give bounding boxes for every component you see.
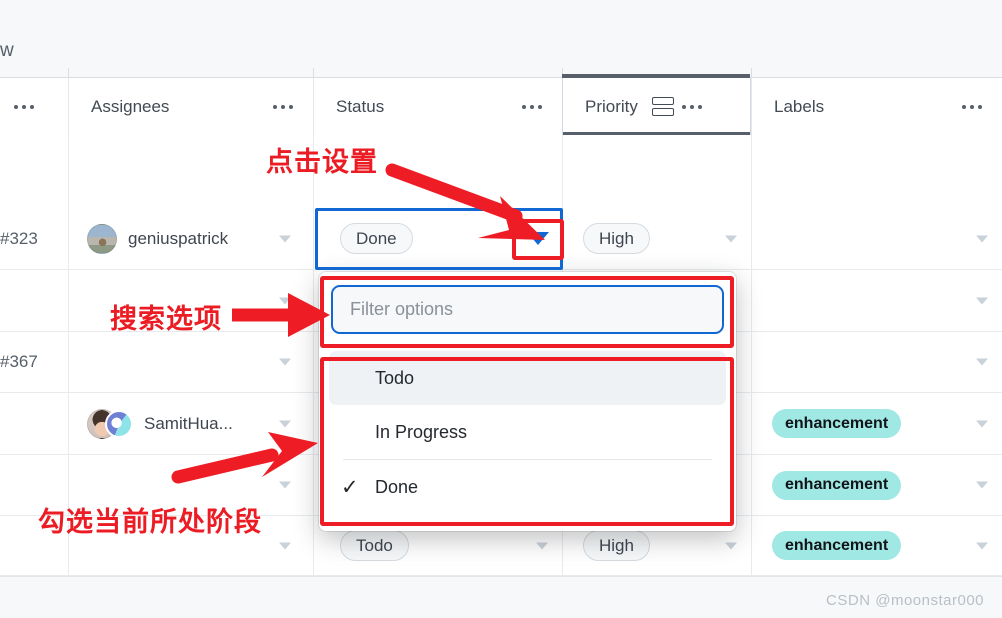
dropdown-option-in-progress-label: In Progress [375,421,468,442]
filter-options-input[interactable]: Filter options [331,285,724,334]
column-header-labels[interactable]: Labels [751,78,1002,135]
table-row[interactable]: #323 geniuspatrick Done High [0,208,1002,270]
column-header-row-number[interactable] [0,78,68,135]
row-id: #323 [0,228,38,248]
annotation-click-settings: 点击设置 [266,147,378,178]
top-divider-1 [68,68,69,78]
assignees-cell-caret-icon[interactable] [279,297,291,304]
column-header-row: Assignees Status Priority Labels [0,78,1002,135]
column-header-labels-label: Labels [774,96,825,116]
app-screen: w Assignees Status Priority Labels #323 … [0,0,1002,618]
secondary-avatar [105,409,133,438]
assignees-cell-caret-icon[interactable] [279,542,291,549]
dropdown-option-list: Todo In Progress ✓ Done [319,351,736,514]
column-header-assignees[interactable]: Assignees [68,78,313,135]
assignee-name: SamitHua... [144,413,233,433]
status-pill[interactable]: Todo [340,530,409,561]
label-pill[interactable]: enhancement [772,409,902,438]
row-id: #367 [0,352,38,371]
priority-pill[interactable]: High [583,530,650,561]
annotation-search-options: 搜索选项 [110,304,222,335]
cat-avatar [87,223,117,254]
status-pill[interactable]: Done [340,223,413,254]
checkmark-icon: ✓ [341,475,359,499]
annotation-check-current-stage: 勾选当前所处阶段 [38,507,262,538]
dropdown-option-done[interactable]: ✓ Done [319,460,736,514]
dropdown-option-in-progress[interactable]: In Progress [319,405,736,459]
status-dropdown-panel: Filter options Todo In Progress ✓ Done [319,272,736,531]
filter-input-wrapper: Filter options [331,285,724,334]
assignees-cell-caret-icon[interactable] [279,481,291,489]
assignees-cell-caret-icon[interactable] [279,235,291,242]
watermark: CSDN @moonstar000 [826,592,984,609]
labels-cell-caret-icon[interactable] [976,542,988,549]
cut-off-view-title: w [0,40,14,61]
dropdown-option-done-label: Done [375,476,419,497]
status-dropdown-caret-icon[interactable] [527,232,549,245]
column-header-status-label: Status [336,96,385,116]
dropdown-option-todo-label: Todo [375,367,415,388]
priority-pill[interactable]: High [583,223,650,254]
labels-cell-caret-icon[interactable] [976,235,988,242]
top-divider-2 [313,68,314,78]
assignee-name: geniuspatrick [128,228,229,248]
column-header-priority[interactable]: Priority [562,78,751,135]
assignees-cell-caret-icon[interactable] [279,420,291,427]
column-header-assignees-label: Assignees [91,96,170,116]
assignees-kebab-icon[interactable] [273,104,293,109]
labels-cell-caret-icon[interactable] [976,297,988,304]
labels-kebab-icon[interactable] [962,104,982,109]
label-pill[interactable]: enhancement [772,470,902,500]
column-header-status[interactable]: Status [313,78,562,135]
group-rows-icon[interactable] [651,96,674,117]
labels-cell-caret-icon[interactable] [976,358,988,366]
top-scroll-strip: w [0,0,1002,78]
assignees-cell-caret-icon[interactable] [279,358,291,366]
status-kebab-icon[interactable] [522,104,542,109]
column-header-priority-label: Priority [585,96,638,116]
dropdown-option-todo[interactable]: Todo [329,351,726,405]
priority-kebab-icon[interactable] [681,104,702,109]
labels-cell-caret-icon[interactable] [976,481,988,489]
labels-cell-caret-icon[interactable] [976,420,988,427]
row-number-kebab-icon[interactable] [14,104,34,109]
top-divider-4 [751,68,752,78]
label-pill[interactable]: enhancement [772,531,902,560]
priority-cell-caret-icon[interactable] [725,235,737,242]
status-cell-caret-icon[interactable] [536,542,548,549]
priority-cell-caret-icon[interactable] [725,542,737,549]
